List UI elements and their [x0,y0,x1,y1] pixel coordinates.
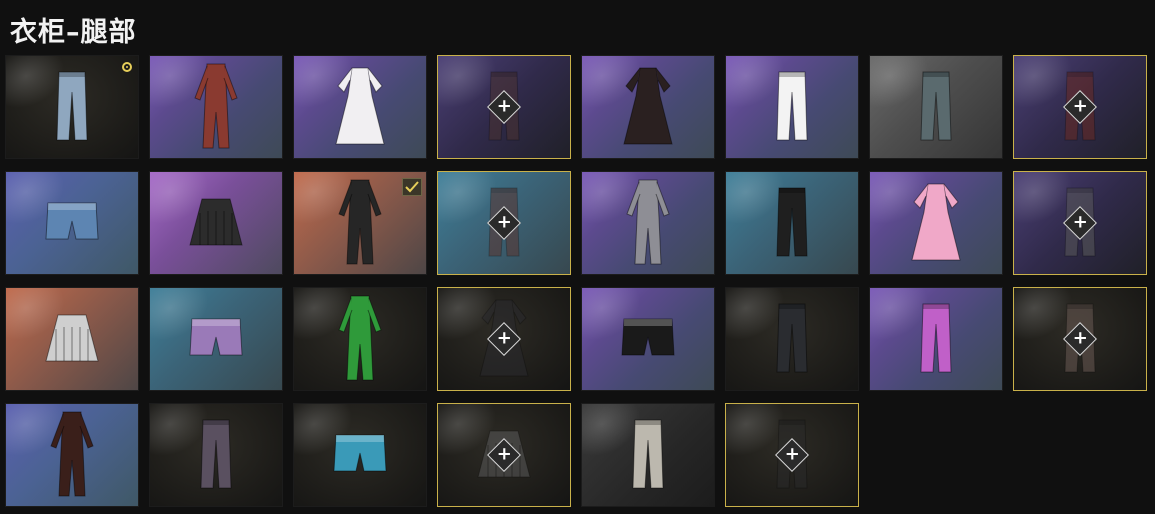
wardrobe-slot[interactable] [5,171,139,275]
wardrobe-slot[interactable] [149,55,283,159]
item-green-suit-icon [335,294,385,384]
item-beige-pants-icon [631,418,665,492]
wardrobe-slot[interactable]: + [437,287,571,391]
wardrobe-slot[interactable] [293,55,427,159]
item-camo-pants-icon [199,418,233,492]
item-pink-dress-icon [910,182,962,264]
item-purple-shorts-icon [188,315,244,363]
wardrobe-slot[interactable]: + [437,403,571,507]
item-denim-shorts-apron-icon [44,199,100,247]
wardrobe-slot[interactable]: + [1013,171,1147,275]
item-sailor-dress-icon [334,66,386,148]
wardrobe-slot[interactable]: + [437,55,571,159]
wardrobe-slot[interactable] [725,55,859,159]
item-black-cargo-pants-icon [775,302,809,376]
wardrobe-slot[interactable] [581,287,715,391]
equipped-indicator-icon [122,62,132,72]
item-black-dragon-pants-icon [775,186,809,260]
wardrobe-slot[interactable] [869,55,1003,159]
wardrobe-slot[interactable] [5,403,139,507]
item-blue-cargo-pants-icon [55,70,89,144]
item-plaid-skirt-grey-icon [42,311,102,367]
item-grey-jumpsuit-icon [623,178,673,268]
wardrobe-slot[interactable] [149,403,283,507]
item-blue-shorts-icon [332,431,388,479]
item-plaid-skirt-black-icon [186,195,246,251]
wardrobe-slot[interactable] [581,403,715,507]
wardrobe-slot[interactable] [293,287,427,391]
wardrobe-slot[interactable] [581,55,715,159]
wardrobe-slot[interactable] [5,55,139,159]
wardrobe-slot[interactable] [5,287,139,391]
item-black-outfit-selected-icon [335,178,385,268]
checkmark-icon [402,178,422,196]
wardrobe-slot[interactable] [149,171,283,275]
wardrobe-grid: + + + + + + + + [5,55,1147,507]
wardrobe-slot[interactable]: + [1013,287,1147,391]
wardrobe-slot[interactable] [869,287,1003,391]
item-white-pants-icon [775,70,809,144]
item-black-lace-dress-icon [622,66,674,148]
wardrobe-slot[interactable]: + [1013,55,1147,159]
wardrobe-slot[interactable] [725,287,859,391]
item-black-shorts-icon [620,315,676,363]
wardrobe-slot[interactable]: + [437,171,571,275]
item-grey-jeans-icon [919,70,953,144]
item-pink-metallic-pants-icon [919,302,953,376]
wardrobe-slot[interactable] [149,287,283,391]
page-title: 衣柜–腿部 [10,17,137,48]
wardrobe-slot[interactable] [293,403,427,507]
wardrobe-slot[interactable] [869,171,1003,275]
item-bodysuit-icon [47,410,97,500]
item-red-muscle-suit-icon [191,62,241,152]
wardrobe-slot[interactable] [581,171,715,275]
wardrobe-slot[interactable] [293,171,427,275]
wardrobe-slot[interactable] [725,171,859,275]
wardrobe-slot[interactable]: + [725,403,859,507]
